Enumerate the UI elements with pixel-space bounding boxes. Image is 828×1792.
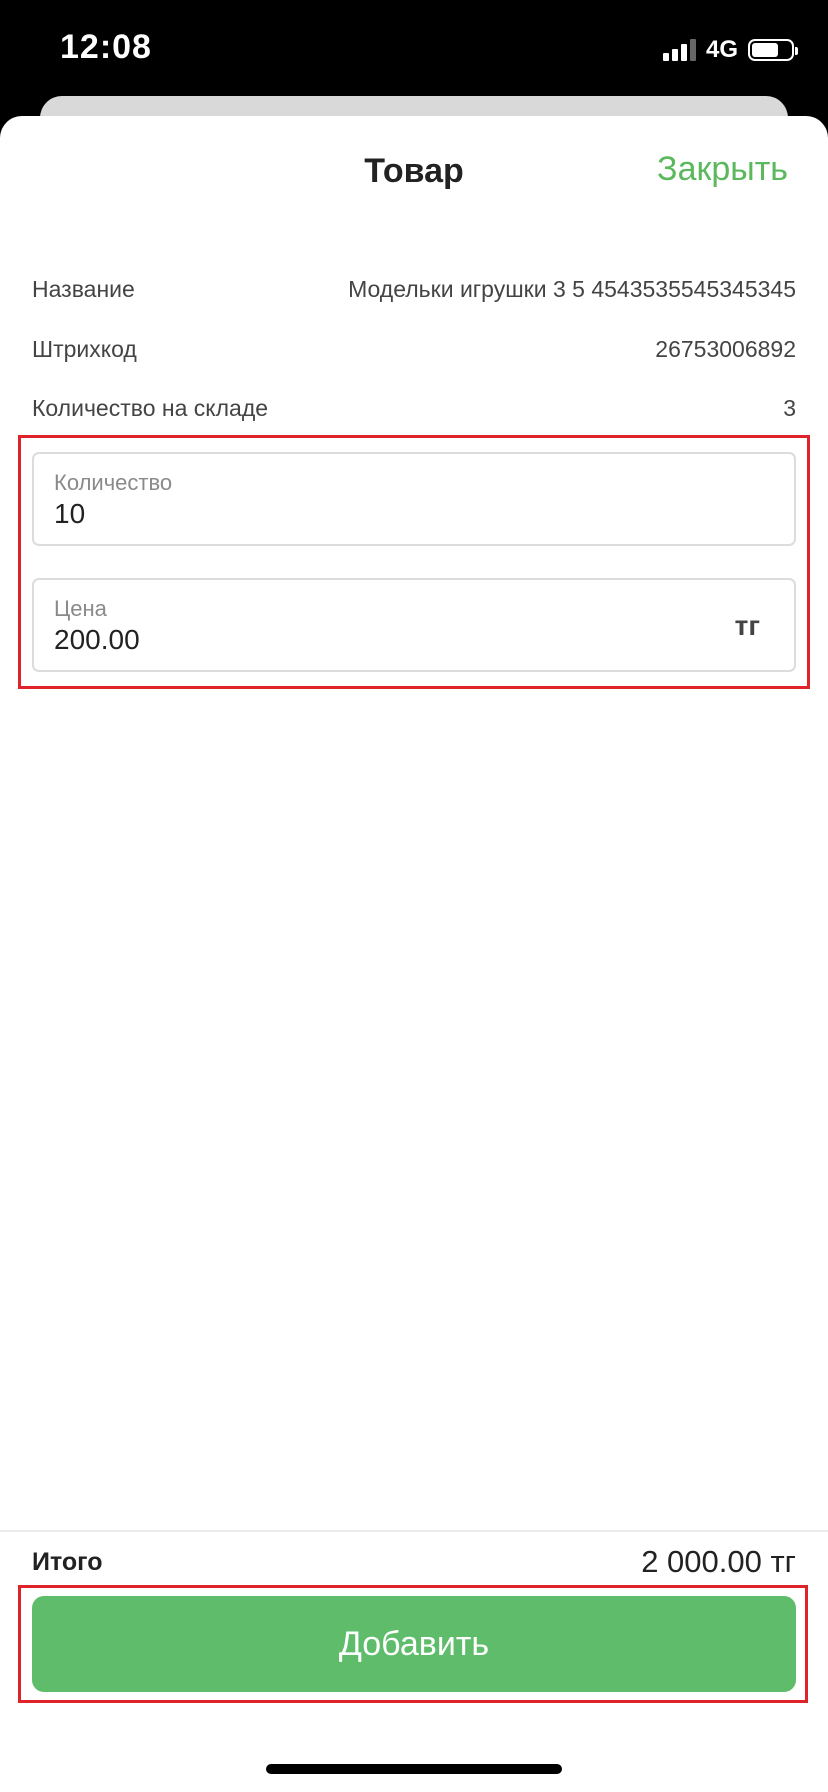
currency-suffix: тг <box>734 610 760 641</box>
stock-label: Количество на складе <box>32 395 269 421</box>
total-label: Итого <box>32 1548 103 1576</box>
status-bar: 12:08 4G <box>0 0 828 100</box>
battery-icon <box>748 39 798 61</box>
status-time: 12:08 <box>60 28 152 66</box>
quantity-value[interactable]: 10 <box>54 498 85 530</box>
home-indicator[interactable] <box>266 1764 562 1774</box>
price-field[interactable]: Цена 200.00 тг <box>32 578 796 672</box>
info-row-stock: Количество на складе 3 <box>32 395 796 422</box>
product-sheet: Товар Закрыть Название Модельки игрушки … <box>0 116 828 1792</box>
footer-divider <box>0 1530 828 1532</box>
close-button[interactable]: Закрыть <box>657 150 788 189</box>
info-row-barcode: Штрихкод 26753006892 <box>32 336 796 363</box>
total-value: 2 000.00 тг <box>641 1544 796 1579</box>
signal-icon <box>662 39 696 61</box>
add-button[interactable]: Добавить <box>32 1596 796 1692</box>
status-indicators: 4G <box>662 36 798 64</box>
barcode-label: Штрихкод <box>32 336 137 362</box>
price-value[interactable]: 200.00 <box>54 624 140 656</box>
quantity-field[interactable]: Количество 10 <box>32 452 796 546</box>
price-label: Цена <box>54 596 107 621</box>
barcode-value: 26753006892 <box>655 336 796 362</box>
screen: 12:08 4G Товар Закрыть Название Модельки… <box>0 0 828 1792</box>
stock-value: 3 <box>783 395 796 421</box>
name-label: Название <box>32 276 135 302</box>
network-type: 4G <box>705 36 738 63</box>
name-value: Модельки игрушки 3 5 4543535545345345 <box>348 276 796 302</box>
quantity-label: Количество <box>54 470 173 495</box>
info-row-name: Название Модельки игрушки 3 5 4543535545… <box>32 276 796 303</box>
